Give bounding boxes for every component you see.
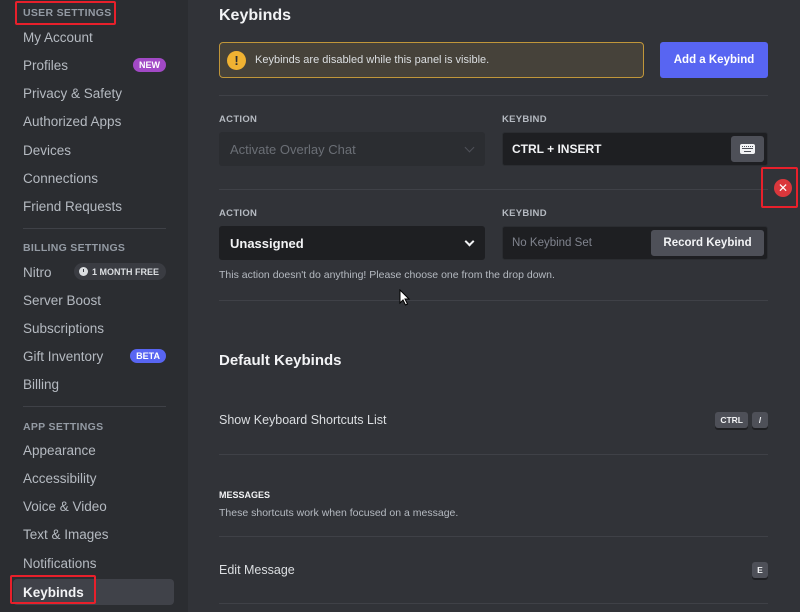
warning-icon: !	[227, 50, 246, 70]
sidebar-header-billing-settings: Billing Settings	[23, 242, 126, 254]
shortcut-keys: CTRL /	[715, 412, 768, 428]
warning-text: Keybinds are disabled while this panel i…	[255, 54, 490, 66]
close-icon: ✕	[777, 181, 789, 195]
sidebar-item-privacy-safety[interactable]: Privacy & Safety	[13, 80, 174, 106]
key-cap: /	[752, 412, 768, 428]
sidebar-item-voice-video[interactable]: Voice & Video	[13, 493, 174, 519]
divider	[219, 300, 768, 301]
sidebar-item-my-account[interactable]: My Account	[13, 24, 174, 50]
sidebar-item-devices[interactable]: Devices	[13, 137, 174, 163]
sidebar-item-label: Privacy & Safety	[23, 85, 123, 101]
sidebar-item-server-boost[interactable]: Server Boost	[13, 287, 174, 313]
chevron-down-icon	[464, 236, 475, 247]
settings-sidebar: User Settings My Account Profiles NEW Pri…	[0, 0, 188, 612]
divider	[219, 603, 768, 604]
keybind-label: KEYBIND	[502, 114, 547, 125]
sidebar-item-label: Devices	[23, 142, 72, 158]
sidebar-item-profiles[interactable]: Profiles NEW	[13, 52, 174, 78]
sidebar-item-label: Billing	[23, 376, 60, 392]
divider	[219, 189, 768, 190]
sidebar-item-gift-inventory[interactable]: Gift Inventory BETA	[13, 343, 174, 369]
sidebar-item-appearance[interactable]: Appearance	[13, 437, 174, 463]
sidebar-item-label: My Account	[23, 29, 93, 45]
sidebar-item-friend-requests[interactable]: Friend Requests	[13, 193, 174, 219]
page-title: Keybinds	[219, 7, 292, 24]
keybind-label: KEYBIND	[502, 208, 547, 219]
action-select[interactable]: Unassigned	[219, 226, 485, 260]
divider	[219, 454, 768, 455]
new-badge: NEW	[133, 58, 166, 72]
sidebar-item-label: Profiles	[23, 57, 69, 73]
messages-section-description: These shortcuts work when focused on a m…	[219, 507, 459, 519]
sidebar-item-label: Nitro	[23, 264, 52, 280]
record-keybind-button[interactable]: Record Keybind	[651, 230, 764, 256]
sidebar-item-nitro[interactable]: Nitro 1 MONTH FREE	[13, 259, 174, 285]
keybind-field[interactable]: CTRL + INSERT	[502, 132, 768, 166]
sidebar-item-label: Notifications	[23, 555, 97, 571]
sidebar-header-user-settings: User Settings	[23, 7, 112, 19]
clock-icon	[78, 267, 88, 276]
keybinds-panel: Keybinds ! Keybinds are disabled while t…	[188, 0, 800, 612]
mouse-cursor-icon	[399, 288, 411, 311]
sidebar-item-label: Voice & Video	[23, 498, 107, 514]
key-cap: E	[752, 562, 768, 578]
action-hint: This action doesn't do anything! Please …	[219, 269, 555, 281]
sidebar-item-text-images[interactable]: Text & Images	[13, 521, 174, 547]
delete-keybind-button[interactable]: ✕	[774, 179, 792, 197]
action-select-disabled: Activate Overlay Chat	[219, 132, 485, 166]
sidebar-item-accessibility[interactable]: Accessibility	[13, 465, 174, 491]
keyboard-icon	[740, 144, 755, 154]
divider	[219, 536, 768, 537]
sidebar-header-app-settings: App Settings	[23, 421, 104, 433]
chevron-down-icon	[464, 142, 475, 153]
beta-badge: BETA	[130, 349, 166, 363]
sidebar-item-label: Server Boost	[23, 292, 102, 308]
sidebar-item-label: Gift Inventory	[23, 348, 104, 364]
action-select-value: Unassigned	[230, 235, 304, 251]
sidebar-item-notifications[interactable]: Notifications	[13, 550, 174, 576]
divider	[219, 95, 768, 96]
sidebar-item-label: Friend Requests	[23, 198, 123, 214]
sidebar-item-label: Keybinds	[23, 584, 84, 600]
sidebar-item-label: Appearance	[23, 442, 96, 458]
shortcut-label: Edit Message	[219, 563, 295, 577]
default-keybinds-heading: Default Keybinds	[219, 352, 342, 369]
nitro-promo-badge: 1 MONTH FREE	[73, 263, 166, 280]
action-select-value: Activate Overlay Chat	[230, 141, 356, 157]
sidebar-item-label: Subscriptions	[23, 320, 105, 336]
edit-keybind-button[interactable]	[731, 136, 764, 162]
key-cap: CTRL	[715, 412, 748, 428]
sidebar-item-label: Accessibility	[23, 470, 97, 486]
add-keybind-button[interactable]: Add a Keybind	[660, 42, 768, 78]
sidebar-item-label: Connections	[23, 170, 99, 186]
sidebar-item-authorized-apps[interactable]: Authorized Apps	[13, 108, 174, 134]
sidebar-item-label: Text & Images	[23, 526, 109, 542]
keybind-field[interactable]: No Keybind Set Record Keybind	[502, 226, 768, 260]
nitro-promo-text: 1 MONTH FREE	[91, 266, 159, 277]
action-label: ACTION	[219, 208, 258, 219]
sidebar-item-subscriptions[interactable]: Subscriptions	[13, 315, 174, 341]
shortcut-label: Show Keyboard Shortcuts List	[219, 413, 387, 427]
keybind-placeholder: No Keybind Set	[512, 237, 592, 249]
sidebar-divider	[23, 406, 166, 407]
sidebar-item-keybinds[interactable]: Keybinds	[13, 579, 174, 605]
sidebar-item-label: Authorized Apps	[23, 113, 122, 129]
action-label: ACTION	[219, 114, 258, 125]
sidebar-divider	[23, 228, 166, 229]
warning-notice: ! Keybinds are disabled while this panel…	[219, 42, 644, 78]
keybind-value: CTRL + INSERT	[512, 142, 602, 156]
shortcut-keys: E	[752, 562, 768, 578]
sidebar-item-connections[interactable]: Connections	[13, 165, 174, 191]
messages-section-label: MESSAGES	[219, 490, 271, 500]
sidebar-item-billing[interactable]: Billing	[13, 371, 174, 397]
